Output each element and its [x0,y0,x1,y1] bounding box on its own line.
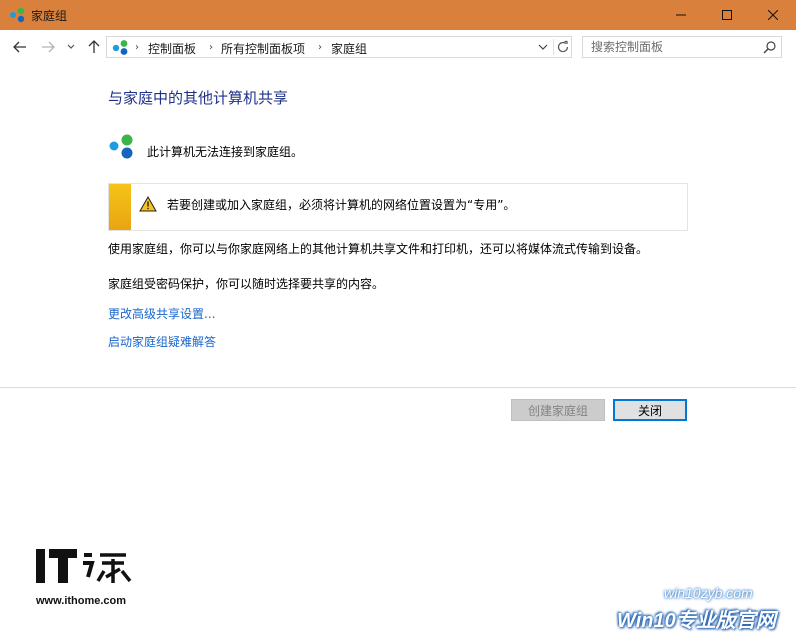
search-box[interactable] [582,36,782,58]
maximize-button[interactable] [704,0,750,30]
page-title: 与家庭中的其他计算机共享 [108,89,289,107]
status-message: 此计算机无法连接到家庭组。 [147,145,304,159]
footer-divider [0,387,796,388]
close-button[interactable]: 关闭 [613,399,687,421]
control-panel-icon [112,40,128,55]
minimize-button[interactable] [658,0,704,30]
refresh-icon[interactable] [556,39,570,55]
address-bar[interactable]: › 控制面板 › 所有控制面板项 › 家庭组 [106,36,572,58]
close-icon [768,10,778,20]
warning-banner: 若要创建或加入家庭组，必须将计算机的网络位置设置为“专用”。 [108,183,688,231]
warning-stripe [109,184,131,230]
homegroup-icon [10,7,25,23]
window-title: 家庭组 [31,9,68,23]
ithome-logo [36,549,132,583]
breadcrumb-all-items[interactable]: 所有控制面板项 [221,40,305,57]
arrow-left-icon [13,41,26,53]
arrow-right-icon [42,41,55,53]
minimize-icon [676,14,686,16]
navigation-bar: › 控制面板 › 所有控制面板项 › 家庭组 [0,30,796,64]
warning-message: 若要创建或加入家庭组，必须将计算机的网络位置设置为“专用”。 [167,198,516,212]
breadcrumb-homegroup[interactable]: 家庭组 [331,40,367,57]
close-window-button[interactable] [750,0,796,30]
search-icon[interactable] [763,40,777,54]
breadcrumb-separator-icon: › [209,42,213,53]
breadcrumb-separator-icon: › [318,42,322,53]
back-button[interactable] [11,38,29,56]
maximize-icon [722,10,732,20]
chevron-down-icon [67,44,75,49]
arrow-up-icon [88,40,100,53]
search-input[interactable] [591,39,761,55]
breadcrumb-separator-icon: › [135,42,139,53]
troubleshooter-link[interactable]: 启动家庭组疑难解答 [108,333,216,350]
win10-brand: Win10专业版官网 [617,610,776,632]
up-button[interactable] [85,38,103,56]
ithome-url: www.ithome.com [36,595,127,607]
title-bar: 家庭组 [0,0,796,30]
description-sharing: 使用家庭组，你可以与你家庭网络上的其他计算机共享文件和打印机，还可以将媒体流式传… [108,242,649,256]
create-homegroup-button[interactable]: 创建家庭组 [511,399,605,421]
description-password: 家庭组受密码保护，你可以随时选择要共享的内容。 [108,277,385,291]
advanced-sharing-link[interactable]: 更改高级共享设置... [108,305,215,322]
recent-locations-button[interactable] [65,38,77,56]
homegroup-status-icon [109,134,133,159]
address-dropdown-icon[interactable] [537,41,549,53]
win10-url: win10zyb.com [664,585,753,601]
warning-icon [139,196,157,212]
forward-button[interactable] [39,38,57,56]
breadcrumb-control-panel[interactable]: 控制面板 [148,40,196,57]
address-separator [553,39,554,55]
